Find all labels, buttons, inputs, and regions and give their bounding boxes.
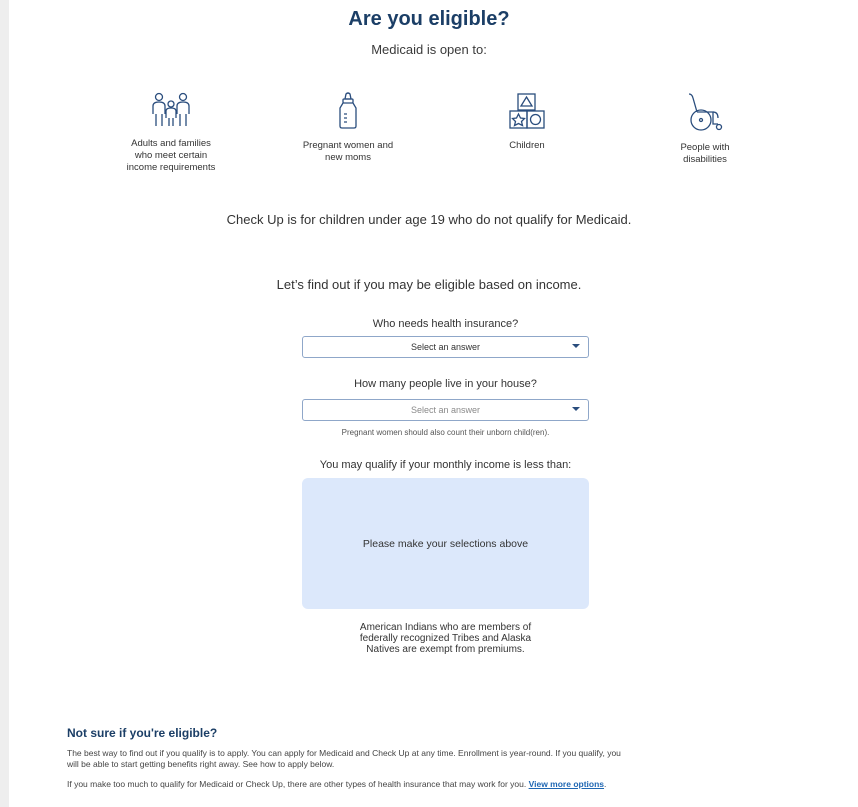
wheelchair-icon: [688, 93, 723, 131]
household-label: How many people live in your house?: [354, 378, 537, 390]
group-disabilities: People with disabilities: [620, 92, 790, 166]
other-options-paragraph: If you make too much to qualify for Medi…: [67, 779, 607, 789]
page-subtitle: Medicaid is open to:: [371, 42, 487, 57]
household-helper: Pregnant women should also count their u…: [341, 428, 550, 437]
group-children: Children: [442, 92, 612, 152]
income-label: You may qualify if your monthly income i…: [319, 459, 572, 471]
checkup-note: Check Up is for children under age 19 wh…: [226, 212, 632, 227]
who-needs-label: Who needs health insurance?: [372, 318, 519, 330]
toy-blocks-icon: [509, 93, 545, 129]
group-label: Pregnant women and new moms: [302, 140, 394, 163]
who-needs-select-value: Select an answer: [410, 342, 481, 352]
income-result-box: Please make your selections above: [302, 478, 589, 609]
view-more-options-link[interactable]: View more options: [529, 779, 604, 789]
result-placeholder: Please make your selections above: [362, 537, 529, 550]
group-adults-families: Adults and families who meet certain inc…: [86, 92, 256, 174]
group-label: Children: [509, 140, 545, 151]
exempt-note: American Indians who are members of fede…: [359, 622, 532, 655]
household-select-value: Select an answer: [410, 405, 481, 415]
who-needs-select[interactable]: Select an answer: [302, 336, 589, 358]
group-label: People with disabilities: [680, 142, 730, 165]
family-icon: [152, 92, 190, 126]
group-label: Adults and families who meet certain inc…: [126, 138, 216, 173]
left-rail: [0, 0, 9, 807]
not-sure-heading: Not sure if you're eligible?: [67, 726, 218, 740]
household-select[interactable]: Select an answer: [302, 399, 589, 421]
baby-bottle-icon: [339, 92, 357, 129]
page-title: Are you eligible?: [348, 8, 510, 30]
eligibility-intro: Let’s find out if you may be eligible ba…: [276, 277, 582, 292]
chevron-down-icon: [572, 344, 580, 348]
not-sure-paragraph: The best way to find out if you qualify …: [67, 748, 621, 769]
group-pregnant-women: Pregnant women and new moms: [263, 92, 433, 164]
chevron-down-icon: [572, 407, 580, 411]
